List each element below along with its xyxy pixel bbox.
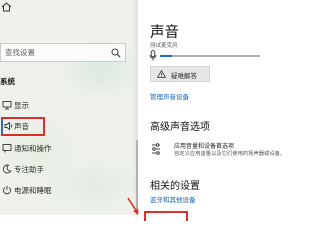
red-highlight-annotation [144, 211, 188, 221]
moon-icon [2, 164, 12, 174]
sidebar-item-label: 显示 [14, 101, 29, 110]
selection-indicator [1, 119, 3, 133]
troubleshoot-button[interactable]: 疑难解答 [150, 66, 210, 82]
volume-level-fill [160, 55, 172, 57]
sound-settings-pane: 声音 测试麦克风 疑难解答 管理声音设备 高级声音选项 应用音量和设备首选项 自… [138, 0, 284, 215]
app-volume-preferences-description: 自定义应用音量以及它们使用的扬声器或设备。 [174, 151, 284, 157]
home-icon [1, 2, 12, 12]
sidebar-item-label: 电源和睡眠 [14, 186, 52, 195]
home-button[interactable] [0, 0, 138, 22]
display-icon [2, 100, 12, 110]
microphone-icon [149, 50, 157, 61]
sidebar-item-label: 声音 [14, 122, 29, 131]
notification-icon [2, 143, 12, 153]
sidebar-item-label: 通知和操作 [14, 144, 52, 153]
speaker-icon [4, 121, 14, 131]
volume-level-meter [160, 55, 260, 57]
bluetooth-devices-link[interactable]: 蓝牙和其他设备 [150, 194, 196, 204]
manage-sound-devices-link[interactable]: 管理声音设备 [150, 91, 189, 101]
related-settings-heading: 相关的设置 [150, 181, 200, 192]
advanced-sound-options-heading: 高级声音选项 [150, 122, 210, 133]
sidebar-item-power-sleep[interactable]: 电源和睡眠 [0, 181, 132, 201]
warning-icon [157, 70, 166, 78]
page-title: 声音 [150, 25, 179, 41]
sidebar-item-sound[interactable]: 声音 [1, 117, 45, 136]
sidebar-item-notifications[interactable]: 通知和操作 [0, 139, 132, 159]
app-volume-mixer-icon [151, 143, 161, 155]
sidebar-item-label: 专注助手 [14, 165, 44, 174]
search-placeholder: 查找设置 [5, 48, 35, 57]
sidebar-item-display[interactable]: 显示 [0, 96, 132, 116]
red-arrow-annotation [125, 196, 141, 215]
section-title-system: 系统 [0, 77, 15, 86]
search-icon[interactable] [111, 48, 121, 58]
settings-sidebar: 查找设置 系统 显示 声音 通知和操作 专注助手 电源和睡眠 [0, 0, 138, 215]
troubleshoot-label: 疑难解答 [171, 72, 197, 80]
power-icon [2, 185, 12, 195]
sidebar-item-focus-assist[interactable]: 专注助手 [0, 160, 132, 180]
output-device-caption: 测试麦克风 [150, 43, 178, 49]
search-input[interactable]: 查找设置 [0, 43, 126, 62]
